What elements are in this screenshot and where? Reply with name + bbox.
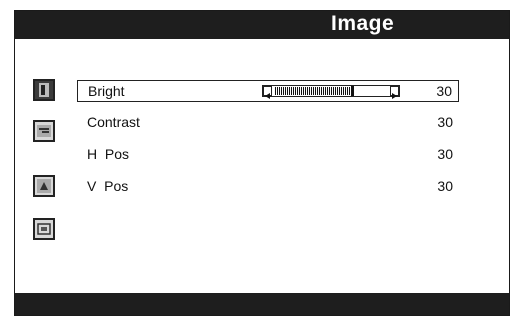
slider-left-arrow-icon[interactable] — [263, 86, 272, 99]
menu-row-bright[interactable]: Bright 30 — [77, 80, 459, 102]
menu-title: Image — [331, 12, 395, 35]
h-pos-value: 30 — [437, 146, 453, 162]
menu-row-h-pos[interactable]: H Pos 30 — [77, 144, 459, 166]
slider-thumb[interactable] — [351, 86, 354, 96]
slider-track[interactable] — [275, 87, 351, 95]
menu-row-contrast[interactable]: Contrast 30 — [77, 112, 459, 134]
bright-label: Bright — [88, 83, 125, 99]
osd-menu: Image Bright 30 Contrast 30 H Pos 30 V P… — [14, 10, 510, 316]
contrast-value: 30 — [437, 114, 453, 130]
display-setup-icon[interactable] — [33, 218, 55, 240]
picture-adjust-icon[interactable] — [33, 120, 55, 142]
position-menu-icon[interactable] — [33, 175, 55, 197]
slider-right-arrow-icon[interactable] — [390, 86, 399, 99]
title-bar: Image — [15, 11, 509, 39]
bright-value: 30 — [436, 83, 452, 99]
bottom-bar — [15, 293, 509, 315]
v-pos-label: V Pos — [87, 178, 129, 194]
brightness-menu-icon[interactable] — [33, 79, 55, 101]
bright-slider[interactable] — [262, 85, 400, 99]
menu-row-v-pos[interactable]: V Pos 30 — [77, 176, 459, 198]
h-pos-label: H Pos — [87, 146, 130, 162]
contrast-label: Contrast — [87, 114, 140, 130]
v-pos-value: 30 — [437, 178, 453, 194]
